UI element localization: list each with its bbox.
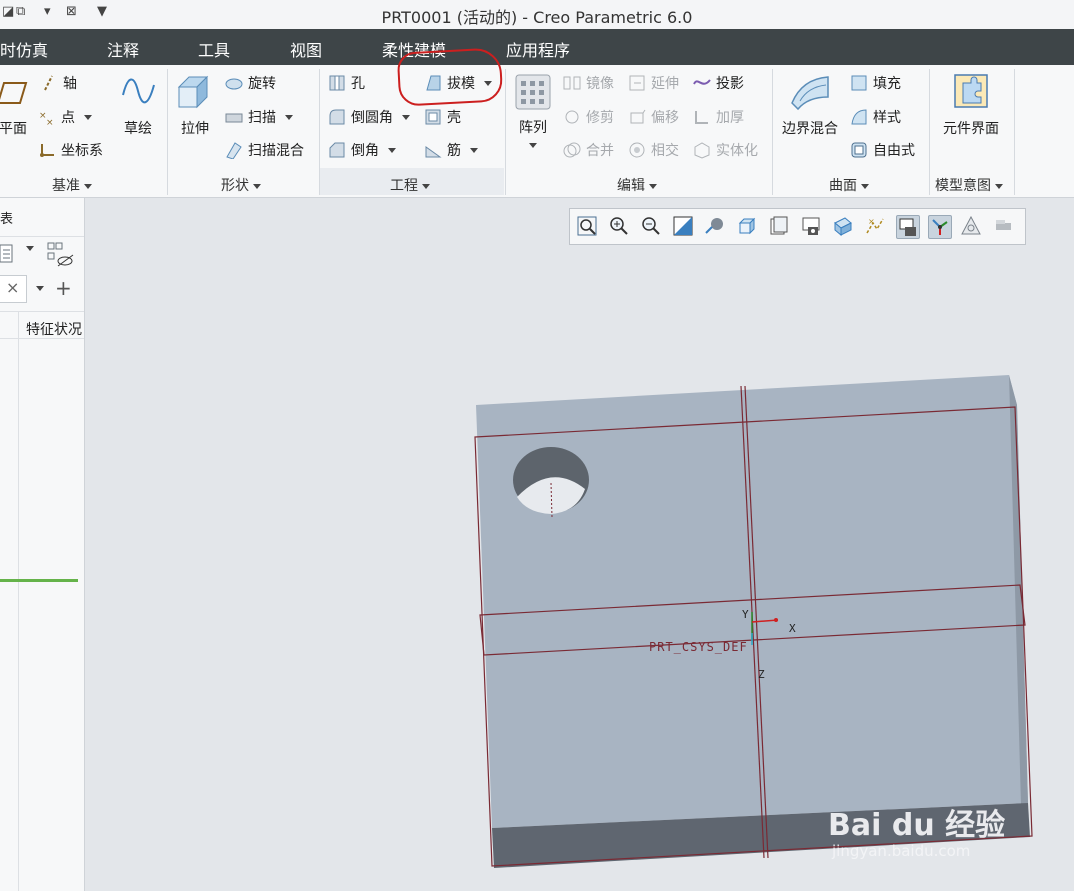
datum-display-filters-icon[interactable]	[896, 215, 920, 239]
axis-y-label: Y	[742, 608, 749, 621]
watermark-url: jingyan.baidu.com	[832, 842, 971, 860]
svg-text:×: ×	[868, 217, 875, 226]
csys-name-label: PRT_CSYS_DEF	[649, 640, 748, 654]
zoom-out-icon[interactable]	[640, 215, 662, 237]
repaint-icon[interactable]	[672, 215, 694, 237]
perspective-view-icon[interactable]	[800, 215, 822, 237]
graphics-toolbar: ×	[569, 208, 1026, 245]
axis-z-label: Z	[758, 668, 765, 681]
display-style-icon[interactable]	[704, 215, 726, 237]
graphics-settings-icon[interactable]	[992, 215, 1014, 237]
refit-icon[interactable]	[576, 215, 598, 237]
axis-x-label: X	[789, 622, 796, 635]
model-display-icon[interactable]	[960, 215, 982, 237]
part-model[interactable]	[0, 0, 1074, 891]
watermark-logo: Bai du 经验	[828, 808, 1006, 843]
spin-center-icon[interactable]	[928, 215, 952, 239]
zoom-in-icon[interactable]	[608, 215, 630, 237]
view-manager-icon[interactable]	[768, 215, 790, 237]
annotation-display-icon[interactable]: ×	[864, 215, 886, 237]
section-icon[interactable]	[832, 215, 854, 237]
saved-orientations-icon[interactable]	[736, 215, 758, 237]
